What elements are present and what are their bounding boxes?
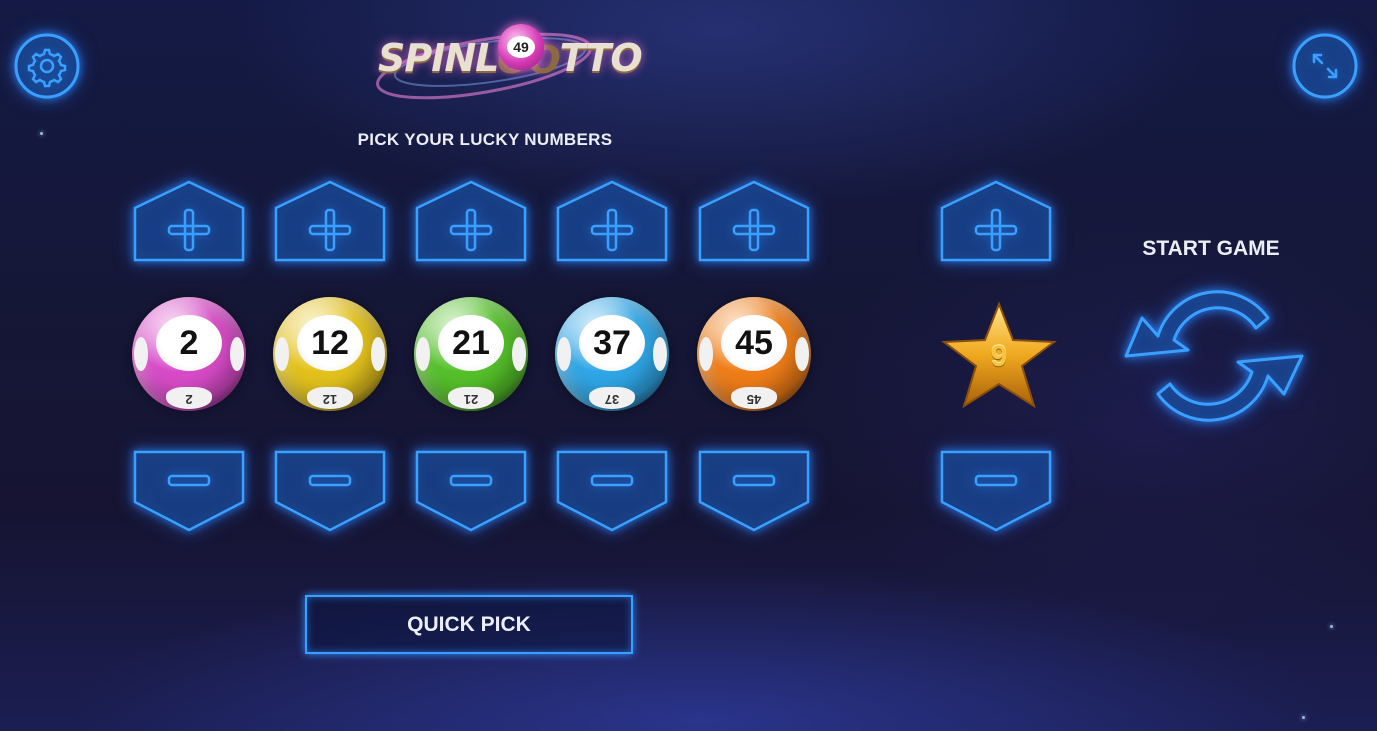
start-game-label: START GAME <box>1142 237 1280 260</box>
minus-icon <box>133 450 245 532</box>
decrease-number-button[interactable] <box>556 450 668 532</box>
ball-side-marking <box>653 337 667 371</box>
increase-number-button[interactable] <box>556 180 668 262</box>
lotto-ball: 37 37 <box>555 297 669 411</box>
ball-side-marking <box>416 337 430 371</box>
ball-side-marking <box>795 337 809 371</box>
minus-icon <box>415 450 527 532</box>
lotto-ball: 45 45 <box>697 297 811 411</box>
ball-number-mirror: 2 <box>166 387 212 409</box>
minus-icon <box>274 450 386 532</box>
sparkle <box>1330 625 1333 628</box>
plus-icon <box>415 180 527 262</box>
lotto-ball: 21 21 <box>414 297 528 411</box>
ball-number-mirror: 12 <box>307 387 353 409</box>
lotto-ball: 2 2 <box>132 297 246 411</box>
quick-pick-button[interactable]: QUICK PICK <box>305 595 633 654</box>
bonus-column: 9 <box>940 180 1057 532</box>
minus-icon <box>556 450 668 532</box>
settings-button[interactable] <box>14 33 80 99</box>
ball-side-marking <box>230 337 244 371</box>
decrease-number-button[interactable] <box>415 450 527 532</box>
logo-text-right: TTO <box>559 36 643 80</box>
expand-icon <box>1292 33 1358 99</box>
plus-icon <box>940 180 1052 262</box>
ball-number: 45 <box>721 315 787 371</box>
ball-number: 2 <box>156 315 222 371</box>
logo-ball-number: 49 <box>507 36 535 58</box>
decrease-number-button[interactable] <box>133 450 245 532</box>
ball-side-marking <box>275 337 289 371</box>
ball-side-marking <box>557 337 571 371</box>
bonus-star: 9 <box>940 300 1058 412</box>
minus-icon <box>698 450 810 532</box>
gear-icon <box>14 33 80 99</box>
number-column: 37 37 <box>555 180 669 532</box>
start-game-button[interactable] <box>1118 276 1308 436</box>
minus-icon <box>940 450 1052 532</box>
ball-side-marking <box>371 337 385 371</box>
pick-title: PICK YOUR LUCKY NUMBERS <box>357 130 613 149</box>
increase-number-button[interactable] <box>133 180 245 262</box>
ball-number-mirror: 37 <box>589 387 635 409</box>
decrease-number-button[interactable] <box>274 450 386 532</box>
sparkle <box>40 132 43 135</box>
ball-number-mirror: 45 <box>731 387 777 409</box>
ball-number: 37 <box>579 315 645 371</box>
ball-side-marking <box>699 337 713 371</box>
ball-side-marking <box>134 337 148 371</box>
lotto-ball: 12 12 <box>273 297 387 411</box>
fullscreen-button[interactable] <box>1292 33 1358 99</box>
number-column: 12 12 <box>273 180 387 532</box>
game-logo: SPINLOOTTO 49 <box>372 8 643 106</box>
sparkle <box>1302 716 1305 719</box>
ball-number-mirror: 21 <box>448 387 494 409</box>
plus-icon <box>133 180 245 262</box>
number-column: 45 45 <box>697 180 811 532</box>
refresh-icon <box>1124 290 1304 422</box>
increase-number-button[interactable] <box>415 180 527 262</box>
number-column: 2 2 <box>132 180 246 532</box>
plus-icon <box>556 180 668 262</box>
plus-icon <box>274 180 386 262</box>
bonus-increase-button[interactable] <box>940 180 1052 262</box>
decrease-number-button[interactable] <box>698 450 810 532</box>
ball-number: 12 <box>297 315 363 371</box>
ball-side-marking <box>512 337 526 371</box>
increase-number-button[interactable] <box>274 180 386 262</box>
bonus-number: 9 <box>990 340 1008 373</box>
number-column: 21 21 <box>414 180 528 532</box>
increase-number-button[interactable] <box>698 180 810 262</box>
plus-icon <box>698 180 810 262</box>
logo-text-left: SPINL <box>378 36 498 80</box>
ball-number: 21 <box>438 315 504 371</box>
logo-ball: 49 <box>498 24 544 70</box>
bonus-decrease-button[interactable] <box>940 450 1052 532</box>
